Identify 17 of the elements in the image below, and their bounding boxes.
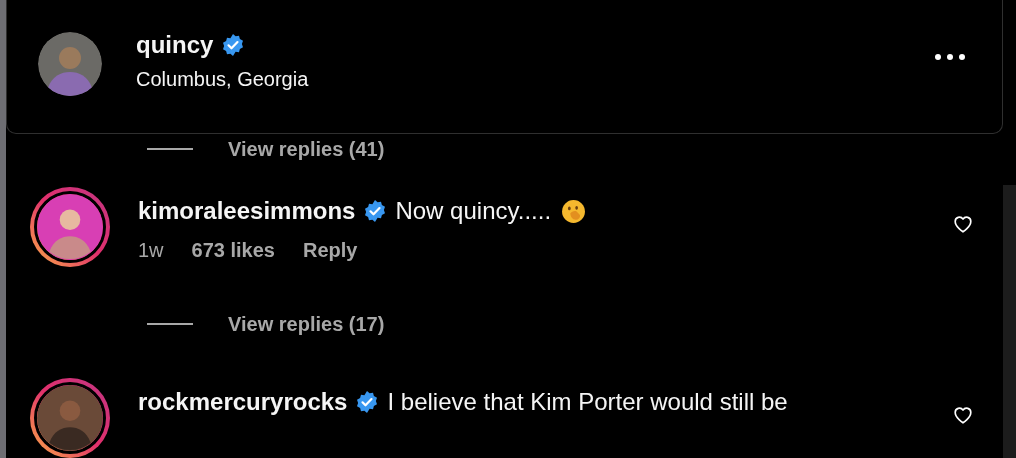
comment-text: Now quincy..... (395, 197, 552, 225)
view-replies-link[interactable]: View replies (17) (228, 312, 385, 336)
likes-count-link[interactable]: 673 likes (191, 239, 275, 262)
heart-icon[interactable] (951, 213, 975, 235)
heart-icon[interactable] (951, 404, 975, 426)
comment-time: 1w (138, 239, 164, 262)
username[interactable]: kimoraleesimmons (138, 197, 356, 225)
comment-text: I believe that Kim Porter would still be (387, 388, 788, 416)
location-text[interactable]: Columbus, Georgia (136, 67, 934, 91)
username[interactable]: rockmercuryrocks (138, 388, 348, 416)
avatar-icon[interactable] (34, 191, 106, 263)
view-replies-link[interactable]: View replies (41) (228, 137, 385, 161)
avatar-icon[interactable] (38, 31, 102, 96)
more-options-icon[interactable] (934, 52, 966, 61)
avatar-icon[interactable] (34, 382, 106, 454)
username[interactable]: quincy (136, 30, 214, 59)
reply-link[interactable]: Reply (303, 239, 358, 262)
